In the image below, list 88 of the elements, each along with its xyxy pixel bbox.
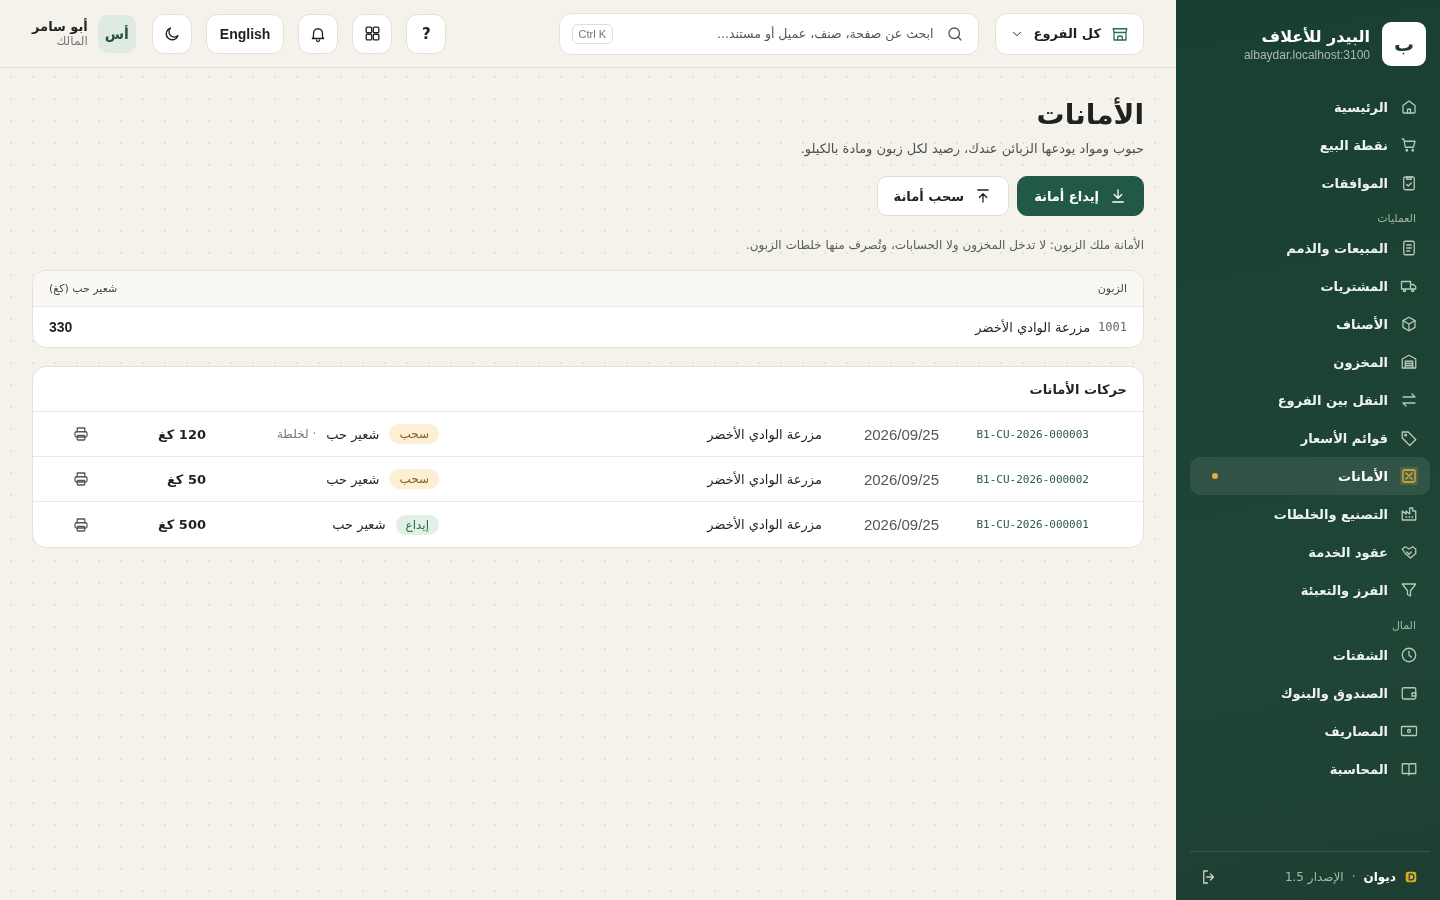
customer-name: مزرعة الوادي الأخضر — [705, 426, 823, 442]
nav-item[interactable]: الأمانات — [1190, 457, 1430, 495]
cart-icon — [1400, 136, 1418, 154]
box-icon — [1400, 315, 1418, 333]
nav-item[interactable]: المحاسبة — [1190, 750, 1430, 788]
help-button[interactable]: ? — [406, 13, 447, 54]
arrows-icon — [1400, 391, 1418, 409]
nav-item[interactable]: الشفتات — [1190, 636, 1430, 674]
nav-item[interactable]: الموافقات — [1190, 164, 1430, 202]
crossed-box-icon — [1400, 467, 1418, 485]
apps-button[interactable] — [352, 13, 393, 54]
wallet-icon — [1400, 684, 1418, 702]
quantity-cell-text: 50 كغ — [165, 471, 206, 487]
search-input[interactable]: ابحث عن صفحة، صنف، عميل أو مستند... — [623, 25, 936, 42]
nav-item[interactable]: عقود الخدمة — [1190, 533, 1430, 571]
column-header: شعير حب (كغ) — [49, 282, 118, 295]
company-name: البيدر للأعلاف — [1260, 26, 1370, 46]
customer-code: 1001 — [1098, 320, 1127, 334]
user-role: المالك — [55, 34, 88, 48]
nav-item[interactable]: الصندوق والبنوك — [1190, 674, 1430, 712]
branch-select[interactable]: كل الفروع — [994, 12, 1144, 55]
theme-button[interactable] — [151, 13, 192, 54]
notifications-button[interactable] — [298, 13, 339, 54]
balance-quantity: 330 — [49, 319, 73, 335]
book-icon — [1400, 760, 1418, 778]
nav-item[interactable]: الفرز والتعبئة — [1190, 571, 1430, 609]
grid-icon — [362, 24, 382, 43]
shortcut-hint: Ctrl K — [571, 23, 614, 44]
nav-item[interactable]: المخزون — [1190, 343, 1430, 381]
clock-icon — [1400, 646, 1418, 664]
quantity-cell-text: 500 كغ — [156, 517, 206, 532]
tag-icon — [1400, 429, 1418, 447]
reference-number: B1-CU-2026-000003 — [975, 427, 1089, 441]
card-title: حركات الأمانات — [33, 367, 1143, 412]
item-name: شعير حب — [332, 517, 386, 532]
nav-item[interactable]: المبيعات والذمم — [1190, 229, 1430, 267]
nav-item[interactable]: المشتريات — [1190, 267, 1430, 305]
nav-item[interactable]: المصاريف — [1190, 712, 1430, 750]
factory-icon — [1400, 505, 1418, 523]
funnel-icon — [1400, 581, 1418, 599]
type-badge: سحب — [389, 469, 439, 489]
info-note: الأمانة ملك الزبون: لا تدخل المخزون ولا الحسابات، وتُصرف منها خلطات الزبون. — [744, 238, 1144, 252]
nav-item[interactable]: التصنيع والخلطات — [1190, 495, 1430, 533]
search-icon — [945, 24, 964, 43]
user-name: أبو سامر — [32, 19, 88, 34]
host-name: albaydar.localhost:3100 — [1243, 47, 1370, 62]
house-icon — [1400, 98, 1418, 116]
document-icon — [1400, 239, 1418, 257]
printer-icon — [72, 470, 90, 488]
section-label: المال — [1390, 618, 1417, 634]
page-title: الأمانات — [1035, 98, 1144, 131]
reference-number: B1-CU-2026-000002 — [975, 472, 1089, 486]
type-badge: إيداع — [395, 514, 439, 535]
page-subtitle: حبوب ومواد يودعها الزبائن عندك، رصيد لكل زبون ومادة بالكيلو. — [799, 141, 1144, 156]
type-badge: سحب — [389, 424, 439, 444]
withdraw-button[interactable]: سحب أمانة — [876, 176, 1010, 216]
deposit-button[interactable]: إيداع أمانة — [1017, 176, 1144, 216]
nav-item[interactable]: قوائم الأسعار — [1190, 419, 1430, 457]
nav-item[interactable]: نقطة البيع — [1190, 126, 1430, 164]
date-cell-text: 2026/09/25 — [862, 470, 939, 488]
product-name: ديوان — [1363, 870, 1396, 884]
item-name: شعير حب — [326, 426, 380, 442]
nav-item[interactable]: الأصناف — [1190, 305, 1430, 343]
date-cell-text: 2026/09/25 — [862, 516, 939, 533]
separator: · — [1351, 870, 1356, 884]
movement-note: · لخلطة — [276, 427, 317, 441]
download-icon — [1109, 187, 1127, 205]
version-label: الإصدار 1.5 — [1284, 870, 1344, 884]
customer-name: مزرعة الوادي الأخضر — [705, 471, 823, 487]
customer-name: مزرعة الوادي الأخضر — [705, 517, 823, 532]
column-header: الزبون — [1097, 282, 1127, 295]
printer-icon — [72, 515, 90, 534]
reference-number: B1-CU-2026-000001 — [975, 518, 1089, 531]
section-label: العمليات — [1376, 211, 1417, 227]
clipboard-check-icon — [1400, 174, 1418, 192]
nav-item[interactable]: الرئيسية — [1190, 88, 1430, 126]
warehouse-icon — [1400, 353, 1418, 371]
language-button[interactable]: English — [205, 13, 285, 54]
printer-icon — [72, 425, 90, 443]
date-cell-text: 2026/09/25 — [862, 425, 939, 443]
nav-item[interactable]: النقل بين الفروع — [1190, 381, 1430, 419]
d-logo-icon — [1404, 870, 1418, 884]
customer-name: مزرعة الوادي الأخضر — [975, 319, 1091, 335]
avatar[interactable]: أس — [97, 14, 136, 53]
logo: ب — [1382, 22, 1426, 66]
item-name: شعير حب — [326, 471, 380, 487]
quantity-cell-text: 120 كغ — [156, 426, 206, 442]
branch-label: كل الفروع — [1033, 26, 1101, 41]
